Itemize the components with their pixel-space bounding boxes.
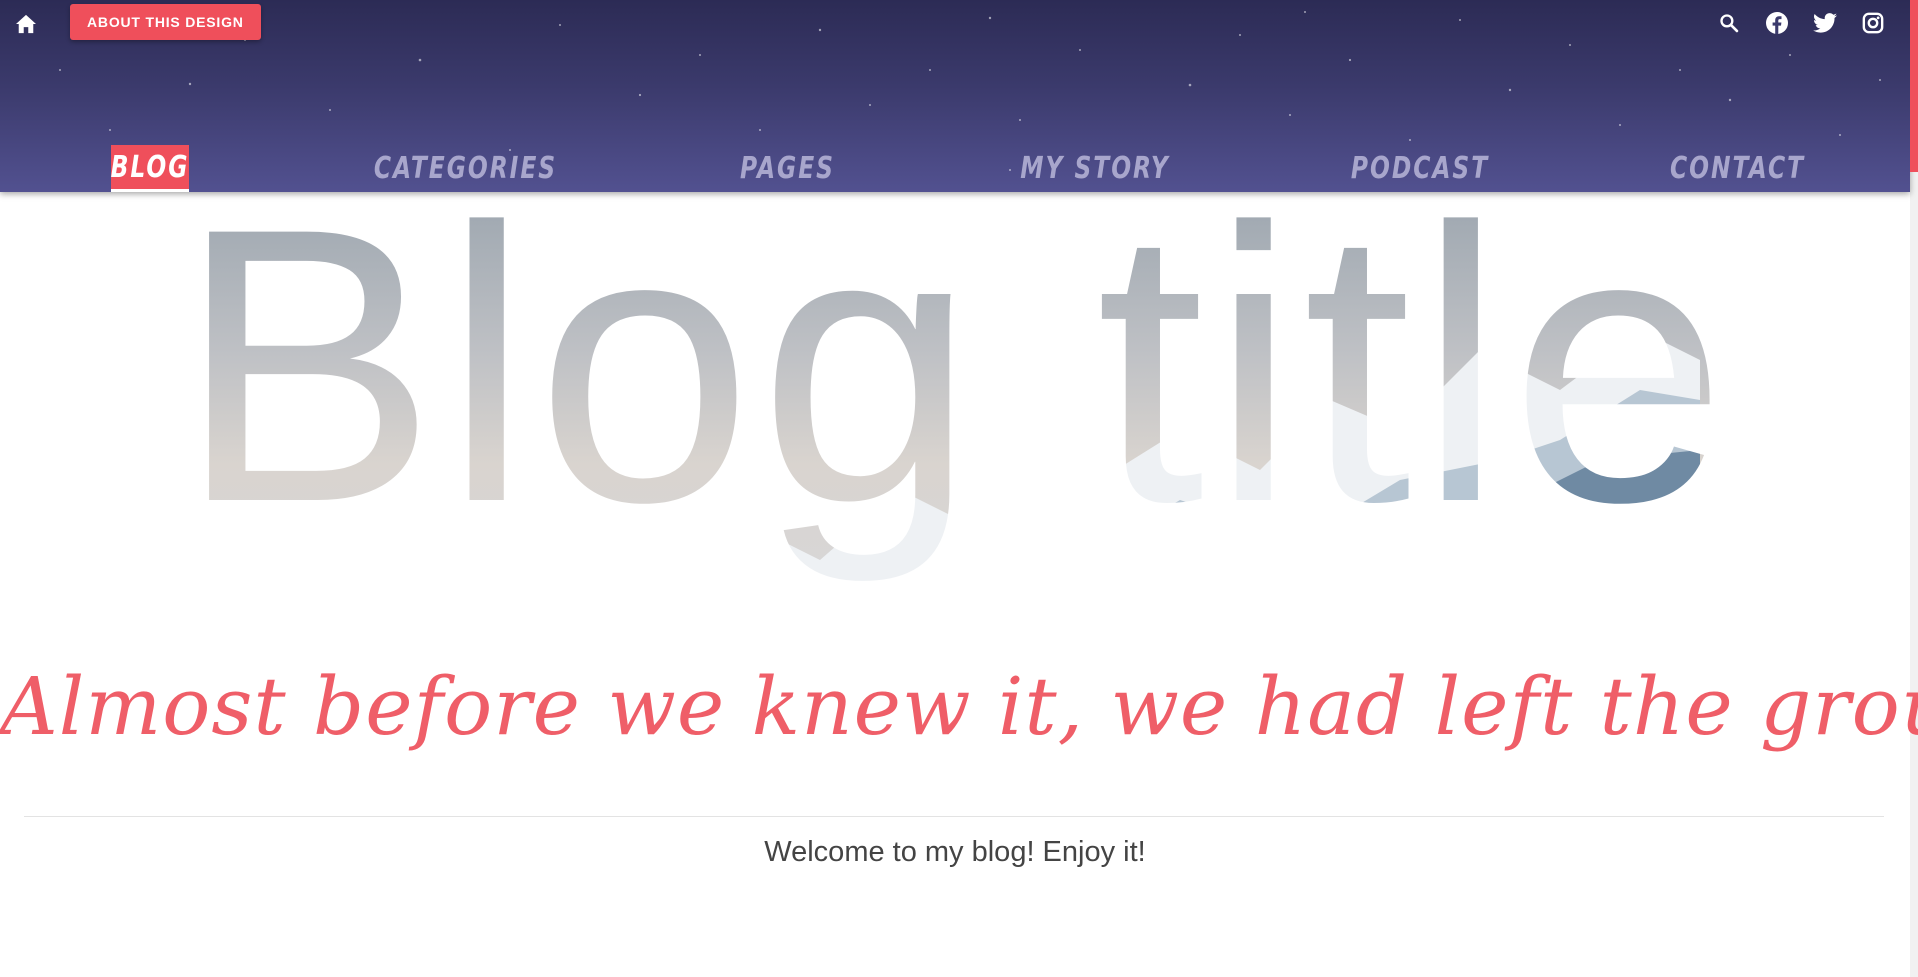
hero-section: Blog title xyxy=(0,200,1918,640)
search-button[interactable] xyxy=(1716,10,1742,36)
page: ABOUT THIS DESIGN BLOG CATEGORIES PAGES … xyxy=(0,0,1918,977)
main-navigation: BLOG CATEGORIES PAGES MY STORY PODCAST C… xyxy=(0,140,1910,192)
home-icon xyxy=(16,14,36,34)
blog-title-graphic: Blog title xyxy=(177,200,1733,585)
instagram-icon xyxy=(1862,12,1884,34)
twitter-icon xyxy=(1813,13,1837,33)
site-header: ABOUT THIS DESIGN BLOG CATEGORIES PAGES … xyxy=(0,0,1910,192)
social-links xyxy=(1716,10,1886,36)
home-button[interactable] xyxy=(12,10,40,38)
blog-title: Blog title xyxy=(177,200,1733,585)
welcome-text: Welcome to my blog! Enjoy it! xyxy=(764,836,1146,868)
about-this-design-button[interactable]: ABOUT THIS DESIGN xyxy=(70,4,261,40)
nav-item-blog[interactable]: BLOG xyxy=(111,145,189,192)
tagline: Almost before we knew it, we had left th… xyxy=(0,660,1918,753)
nav-item-categories[interactable]: CATEGORIES xyxy=(374,145,555,192)
nav-item-my-story[interactable]: MY STORY xyxy=(1020,145,1168,192)
facebook-icon xyxy=(1766,12,1788,34)
nav-item-contact[interactable]: CONTACT xyxy=(1670,145,1803,192)
search-icon xyxy=(1720,14,1739,33)
nav-item-pages[interactable]: PAGES xyxy=(735,145,840,192)
twitter-link[interactable] xyxy=(1812,10,1838,36)
instagram-link[interactable] xyxy=(1860,10,1886,36)
facebook-link[interactable] xyxy=(1764,10,1790,36)
nav-item-podcast[interactable]: PODCAST xyxy=(1351,145,1487,192)
divider xyxy=(24,816,1884,817)
scrollbar-thumb[interactable] xyxy=(1910,0,1918,172)
